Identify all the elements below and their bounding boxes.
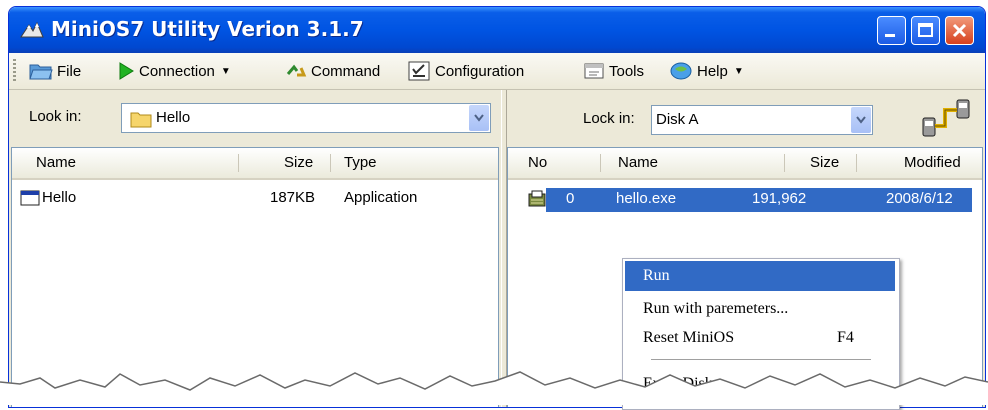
disk-list-header: No Name Size Modified	[508, 148, 982, 180]
file-modified: 2008/6/12	[886, 190, 953, 207]
tools-window-icon	[584, 63, 604, 79]
col-name[interactable]: Name	[36, 154, 76, 171]
file-size: 187KB	[270, 189, 316, 206]
shortcut-key: F4	[837, 329, 854, 346]
help-label: Help	[697, 62, 728, 80]
checklist-icon	[408, 61, 430, 81]
menu-item-run-with-parameters[interactable]: Run with paremeters...	[625, 294, 895, 324]
chevron-down-icon: ▼	[220, 65, 231, 77]
folder-open-icon	[29, 64, 53, 80]
col-no[interactable]: No	[528, 154, 547, 171]
column-divider[interactable]	[856, 154, 857, 172]
file-type: Application	[344, 189, 418, 206]
table-row[interactable]: 0 hello.exe 191,962 2008/6/12	[546, 188, 972, 212]
maximize-button[interactable]	[911, 16, 940, 45]
command-menu[interactable]: Command	[285, 57, 380, 85]
file-name: hello.exe	[616, 190, 677, 207]
local-lookin-label: Look in:	[29, 108, 82, 125]
col-modified[interactable]: Modified	[904, 154, 961, 171]
col-size[interactable]: Size	[284, 154, 313, 171]
configuration-menu[interactable]: Configuration	[407, 57, 524, 85]
local-folder-value: Hello	[156, 109, 191, 126]
connection-label: Connection	[139, 62, 215, 80]
tools-menu[interactable]: Tools	[583, 57, 644, 85]
local-list-header: Name Size Type	[12, 148, 498, 180]
dropdown-arrow[interactable]	[851, 107, 871, 133]
close-icon	[952, 23, 967, 38]
remote-lookin-bar: Lock in: Disk A	[507, 90, 985, 146]
col-size[interactable]: Size	[810, 154, 839, 171]
menu-item-reset-minios[interactable]: Reset MiniOS F4	[625, 323, 895, 353]
toolbar-grip[interactable]	[13, 59, 16, 83]
connection-menu[interactable]: Connection ▼	[117, 57, 231, 85]
column-divider[interactable]	[238, 154, 239, 172]
window-title: MiniOS7 Utility Verion 3.1.7	[51, 17, 364, 41]
column-divider[interactable]	[600, 154, 601, 172]
column-divider[interactable]	[330, 154, 331, 172]
disk-value: Disk A	[656, 111, 699, 128]
connection-status-icon[interactable]	[921, 96, 973, 142]
dropdown-arrow[interactable]	[469, 105, 489, 131]
configuration-label: Configuration	[435, 62, 525, 80]
help-menu[interactable]: Help ▼	[669, 57, 744, 85]
tools-label: Tools	[609, 62, 645, 80]
column-divider[interactable]	[784, 154, 785, 172]
recycle-arrows-icon	[286, 64, 307, 77]
help-globe-icon	[670, 62, 692, 80]
torn-edge-decoration	[0, 371, 988, 405]
disk-select[interactable]: Disk A	[651, 105, 873, 135]
toolbar: File Connection ▼ Command Configuration …	[9, 53, 985, 90]
local-folder-select[interactable]: Hello	[121, 103, 491, 133]
menu-item-label: Run with paremeters...	[643, 300, 789, 317]
chevron-down-icon	[856, 116, 866, 124]
local-lookin-bar: Look in: Hello	[9, 90, 501, 146]
minimize-icon	[885, 34, 895, 37]
command-label: Command	[311, 62, 381, 80]
maximize-icon	[918, 23, 933, 37]
close-button[interactable]	[945, 16, 974, 45]
play-icon	[119, 62, 134, 80]
chevron-down-icon: ▼	[733, 65, 744, 77]
file-no: 0	[566, 190, 575, 207]
col-type[interactable]: Type	[344, 154, 377, 171]
col-name[interactable]: Name	[618, 154, 658, 171]
folder-icon	[130, 112, 152, 128]
file-size: 191,962	[752, 190, 807, 207]
file-label: File	[57, 62, 82, 80]
remote-lookin-label: Lock in:	[583, 110, 635, 127]
chevron-down-icon	[474, 114, 484, 122]
application-icon	[20, 190, 40, 206]
menu-item-run-label: Run	[643, 267, 670, 284]
app-icon	[20, 21, 44, 38]
executable-file-icon	[528, 190, 546, 207]
title-bar[interactable]: MiniOS7 Utility Verion 3.1.7	[9, 7, 985, 53]
file-name: Hello	[42, 189, 77, 206]
minimize-button[interactable]	[877, 16, 906, 45]
file-menu[interactable]: File	[29, 57, 81, 85]
menu-item-run[interactable]: Run	[625, 261, 895, 291]
menu-item-label: Reset MiniOS	[643, 329, 735, 346]
